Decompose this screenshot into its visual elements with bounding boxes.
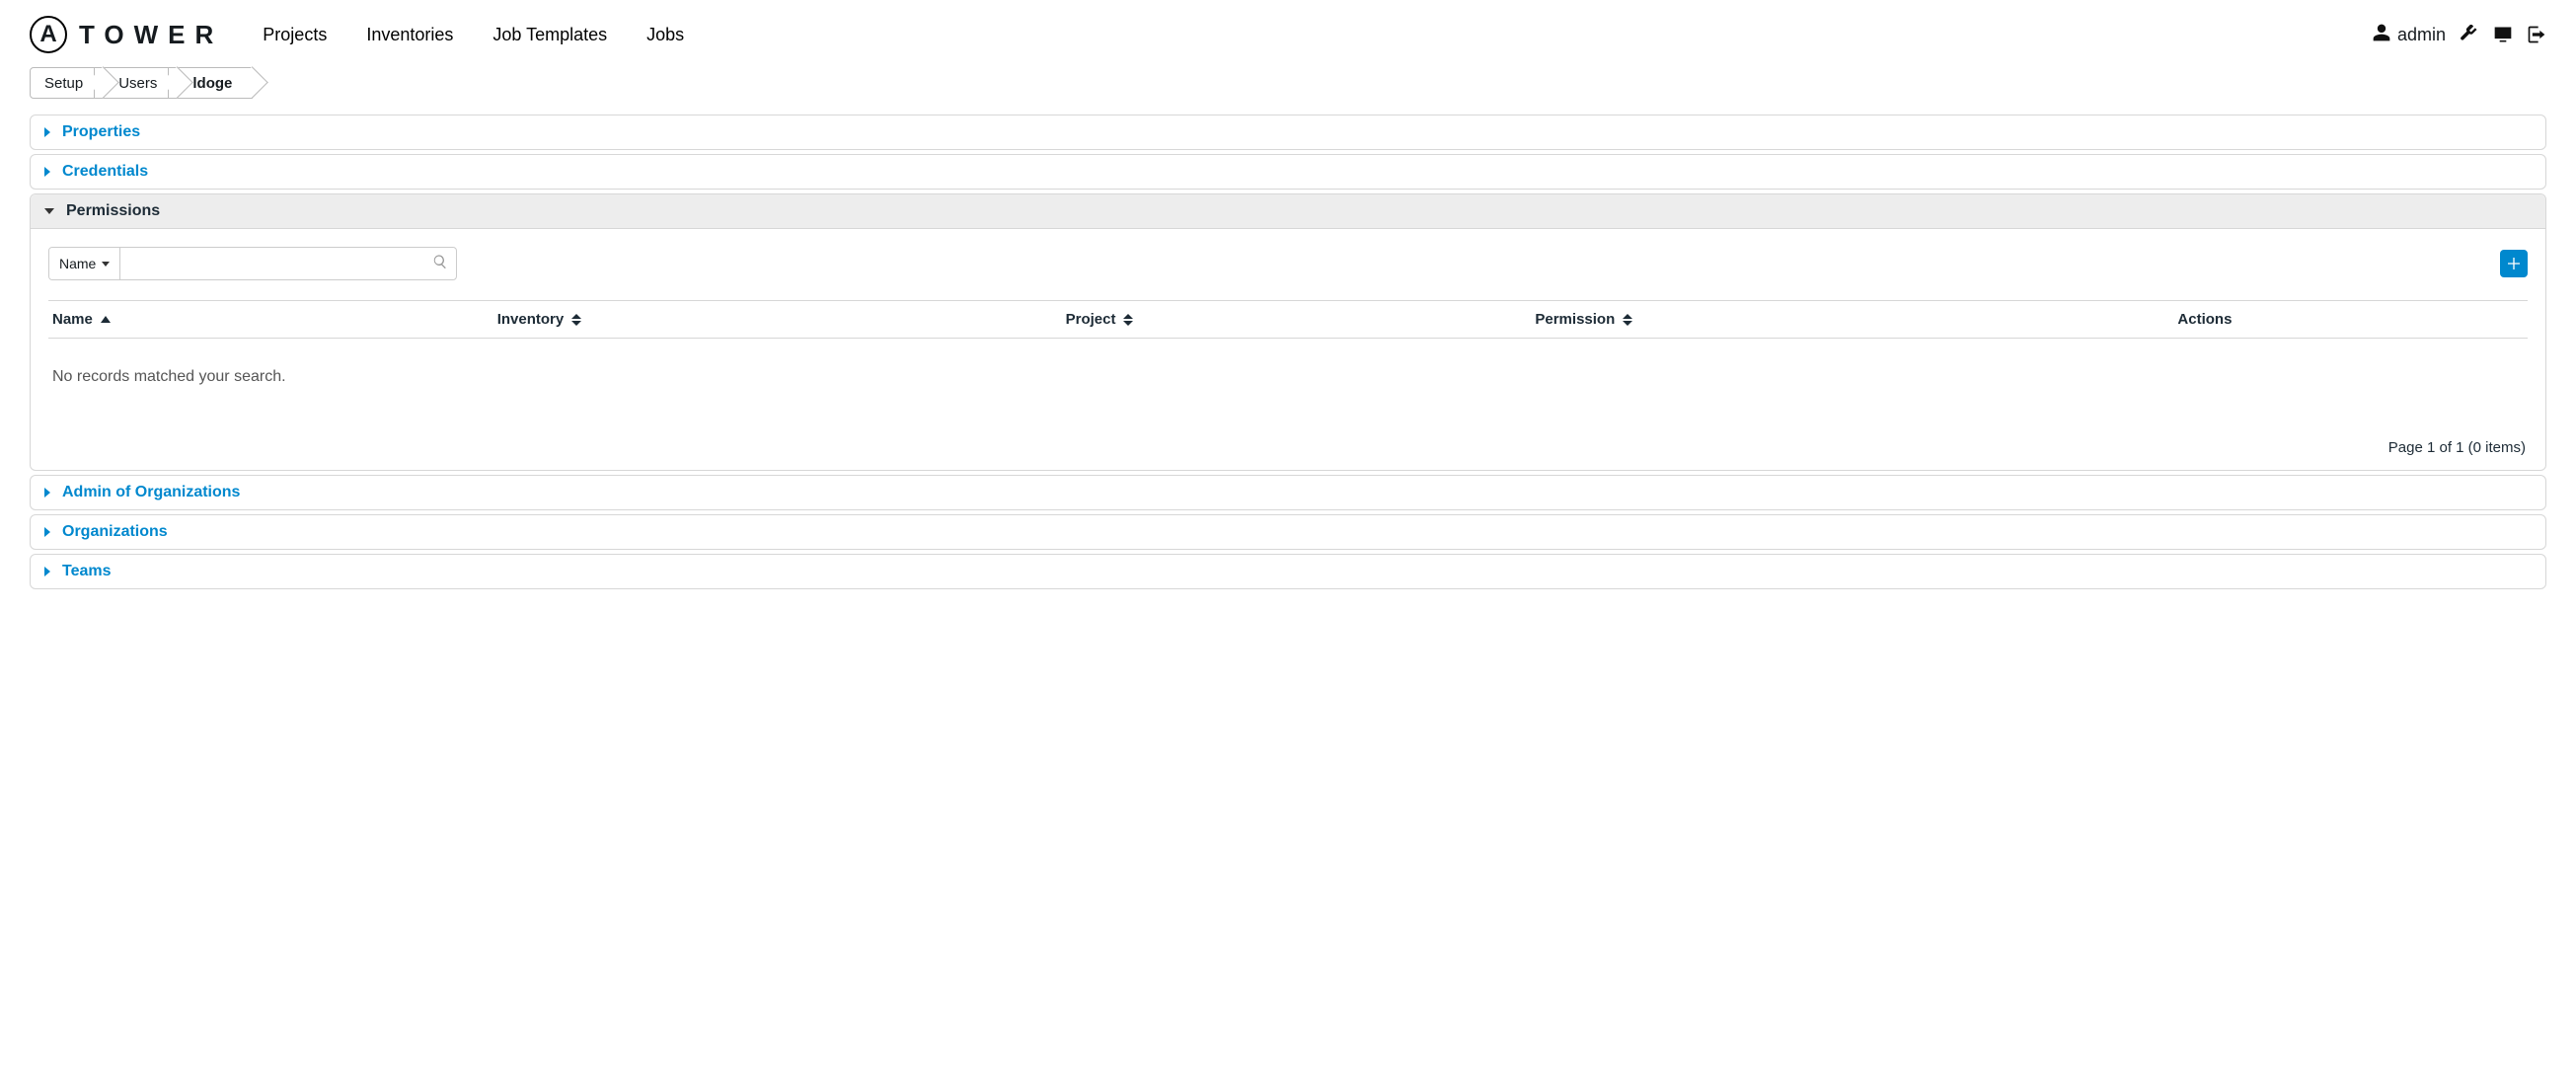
panel-credentials-header[interactable]: Credentials	[31, 155, 2545, 189]
panel-teams-header[interactable]: Teams	[31, 555, 2545, 588]
panel-admin-orgs-header[interactable]: Admin of Organizations	[31, 476, 2545, 509]
caret-down-icon	[44, 208, 54, 214]
empty-message: No records matched your search.	[48, 339, 2528, 435]
panel-teams: Teams	[30, 554, 2546, 589]
panel-credentials: Credentials	[30, 154, 2546, 190]
col-name[interactable]: Name	[52, 311, 497, 328]
panel-organizations: Organizations	[30, 514, 2546, 550]
caret-right-icon	[44, 527, 50, 537]
current-user[interactable]: admin	[2372, 23, 2446, 47]
breadcrumb: Setup Users ldoge	[0, 59, 2576, 109]
panel-properties-title: Properties	[62, 123, 140, 141]
caret-right-icon	[44, 167, 50, 177]
panel-admin-orgs-title: Admin of Organizations	[62, 484, 240, 501]
settings-icon[interactable]	[2460, 25, 2479, 44]
dropdown-caret-icon	[102, 262, 110, 267]
nav-inventories[interactable]: Inventories	[366, 25, 453, 45]
col-permission[interactable]: Permission	[1535, 311, 2177, 328]
search-input-wrap	[120, 248, 456, 279]
monitor-icon[interactable]	[2493, 25, 2513, 44]
search-type-dropdown[interactable]: Name	[49, 248, 120, 279]
caret-right-icon	[44, 488, 50, 498]
header-right: admin	[2372, 23, 2546, 47]
brand-logo[interactable]: A TOWER	[30, 16, 223, 53]
caret-right-icon	[44, 567, 50, 576]
col-inventory[interactable]: Inventory	[497, 311, 1066, 328]
logo-mark: A	[30, 16, 67, 53]
permissions-table-header: Name Inventory Project Permission Action…	[48, 300, 2528, 339]
nav-jobs[interactable]: Jobs	[646, 25, 684, 45]
panel-teams-title: Teams	[62, 563, 112, 580]
user-icon	[2372, 23, 2391, 47]
panel-properties: Properties	[30, 115, 2546, 150]
sort-icon	[1123, 314, 1133, 326]
add-permission-button[interactable]	[2500, 250, 2528, 277]
top-bar: A TOWER Projects Inventories Job Templat…	[0, 0, 2576, 59]
nav-projects[interactable]: Projects	[263, 25, 327, 45]
permissions-body: Name Name	[31, 229, 2545, 470]
panel-permissions: Permissions Name	[30, 193, 2546, 471]
panel-admin-orgs: Admin of Organizations	[30, 475, 2546, 510]
sort-icon	[571, 314, 581, 326]
logo-text: TOWER	[79, 20, 223, 50]
pager: Page 1 of 1 (0 items)	[48, 435, 2528, 456]
main-nav: Projects Inventories Job Templates Jobs	[263, 25, 684, 45]
content-area: Properties Credentials Permissions Name	[0, 115, 2576, 619]
caret-right-icon	[44, 127, 50, 137]
panel-credentials-title: Credentials	[62, 163, 148, 181]
col-actions: Actions	[2177, 311, 2524, 328]
plus-icon	[2506, 256, 2522, 271]
sort-icon	[1623, 314, 1632, 326]
search-icon[interactable]	[432, 254, 448, 273]
panel-organizations-title: Organizations	[62, 523, 168, 541]
search-input[interactable]	[128, 248, 432, 279]
username-label: admin	[2397, 25, 2446, 45]
col-project[interactable]: Project	[1066, 311, 1536, 328]
sort-asc-icon	[101, 316, 111, 323]
panel-organizations-header[interactable]: Organizations	[31, 515, 2545, 549]
panel-permissions-title: Permissions	[66, 202, 160, 220]
search-group: Name	[48, 247, 457, 280]
search-type-label: Name	[59, 256, 96, 271]
logout-icon[interactable]	[2527, 25, 2546, 44]
panel-permissions-header[interactable]: Permissions	[31, 194, 2545, 229]
breadcrumb-setup[interactable]: Setup	[30, 67, 104, 99]
nav-job-templates[interactable]: Job Templates	[492, 25, 607, 45]
search-row: Name	[48, 247, 2528, 280]
panel-properties-header[interactable]: Properties	[31, 115, 2545, 149]
